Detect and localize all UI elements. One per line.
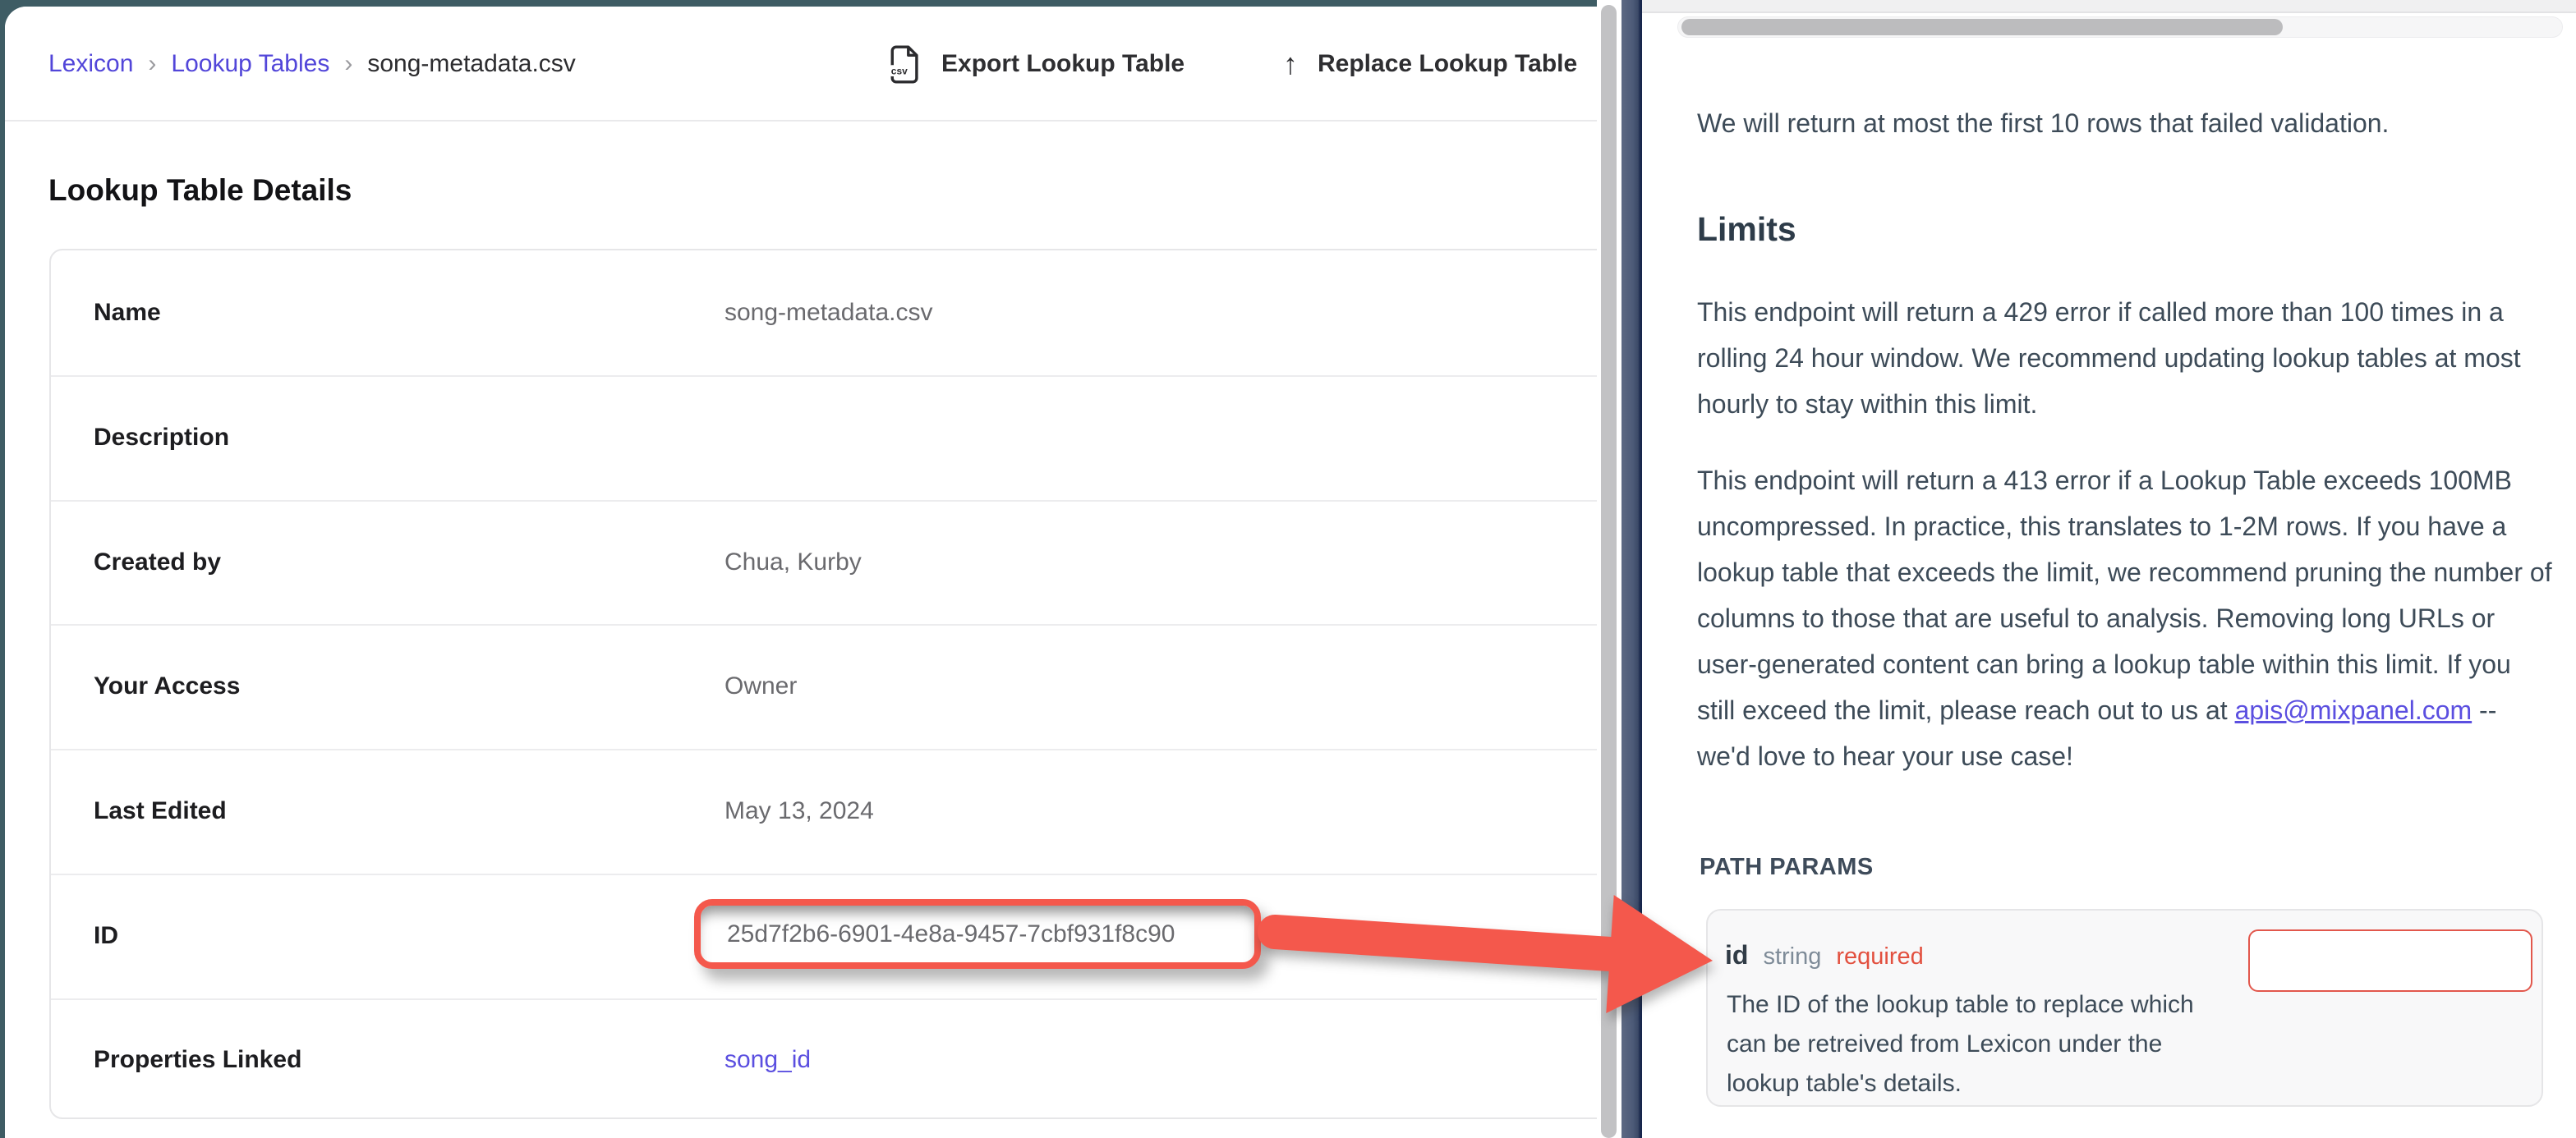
breadcrumb-separator-icon: › (148, 50, 156, 78)
id-highlight-annotation-box: 25d7f2b6-6901-4e8a-9457-7cbf931f8c90 (694, 899, 1261, 969)
replace-button-label: Replace Lookup Table (1318, 50, 1577, 78)
row-label-id: ID (94, 922, 118, 950)
detail-row-last-edited: Last Edited May 13, 2024 (51, 749, 1597, 874)
csv-icon-text: csv (891, 65, 908, 76)
horizontal-scrollbar-track[interactable] (1677, 16, 2563, 38)
param-header: id string required (1725, 940, 1924, 971)
detail-row-description: Description (51, 375, 1597, 500)
param-name: id (1725, 940, 1748, 971)
row-value-id: 25d7f2b6-6901-4e8a-9457-7cbf931f8c90 (701, 920, 1175, 948)
limits-heading: Limits (1697, 210, 1796, 249)
row-label-created-by: Created by (94, 548, 221, 576)
page-title: Lookup Table Details (48, 173, 352, 208)
docs-top-strip (1642, 0, 2576, 13)
api-docs-panel: We will return at most the first 10 rows… (1642, 0, 2576, 1138)
docs-intro-text: We will return at most the first 10 rows… (1697, 100, 2555, 146)
limits-paragraph-429: This endpoint will return a 429 error if… (1697, 289, 2555, 427)
detail-row-your-access: Your Access Owner (51, 624, 1597, 749)
limits-paragraph-413-text: This endpoint will return a 413 error if… (1697, 466, 2552, 725)
export-button-label: Export Lookup Table (941, 50, 1184, 78)
row-label-description: Description (94, 424, 229, 452)
properties-linked-song-id-link[interactable]: song_id (724, 1046, 811, 1074)
lookup-table-details-panel: Lexicon › Lookup Tables › song-metadata.… (5, 7, 1597, 1138)
breadcrumb-separator-icon: › (344, 50, 352, 78)
detail-row-created-by: Created by Chua, Kurby (51, 500, 1597, 624)
param-type: string (1763, 943, 1821, 971)
vertical-scrollbar-thumb[interactable] (1601, 5, 1617, 1138)
detail-row-name: Name song-metadata.csv (51, 250, 1597, 375)
row-label-properties-linked: Properties Linked (94, 1046, 301, 1074)
param-description: The ID of the lookup table to replace wh… (1727, 985, 2199, 1104)
export-lookup-table-button[interactable]: csv Export Lookup Table (886, 7, 1184, 122)
row-value-created-by: Chua, Kurby (724, 548, 862, 576)
horizontal-scrollbar-thumb[interactable] (1681, 19, 2283, 35)
param-id-input[interactable] (2248, 929, 2532, 992)
row-label-name: Name (94, 299, 161, 327)
row-label-your-access: Your Access (94, 672, 240, 700)
details-card: Name song-metadata.csv Description Creat… (49, 249, 1597, 1119)
row-value-your-access: Owner (724, 672, 797, 700)
row-value-last-edited: May 13, 2024 (724, 797, 874, 825)
breadcrumb: Lexicon › Lookup Tables › song-metadata.… (48, 7, 576, 122)
csv-file-icon: csv (886, 45, 922, 84)
limits-paragraph-413: This endpoint will return a 413 error if… (1697, 457, 2555, 779)
breadcrumb-lookup-tables[interactable]: Lookup Tables (171, 50, 329, 78)
breadcrumb-lexicon[interactable]: Lexicon (48, 50, 133, 78)
replace-lookup-table-button[interactable]: ↑ Replace Lookup Table (1283, 7, 1577, 122)
breadcrumb-current-file: song-metadata.csv (367, 50, 575, 78)
path-param-card-id: id string required The ID of the lookup … (1706, 909, 2543, 1107)
upload-arrow-icon: ↑ (1283, 47, 1298, 81)
detail-row-properties-linked: Properties Linked song_id (51, 998, 1597, 1121)
row-label-last-edited: Last Edited (94, 797, 227, 825)
path-params-heading: PATH PARAMS (1700, 854, 1874, 881)
param-required-badge: required (1836, 943, 1923, 971)
window-divider-band (1622, 0, 1642, 1138)
row-value-name: song-metadata.csv (724, 299, 932, 327)
toolbar: Lexicon › Lookup Tables › song-metadata.… (5, 7, 1597, 122)
apis-mixpanel-email-link[interactable]: apis@mixpanel.com (2235, 695, 2472, 725)
